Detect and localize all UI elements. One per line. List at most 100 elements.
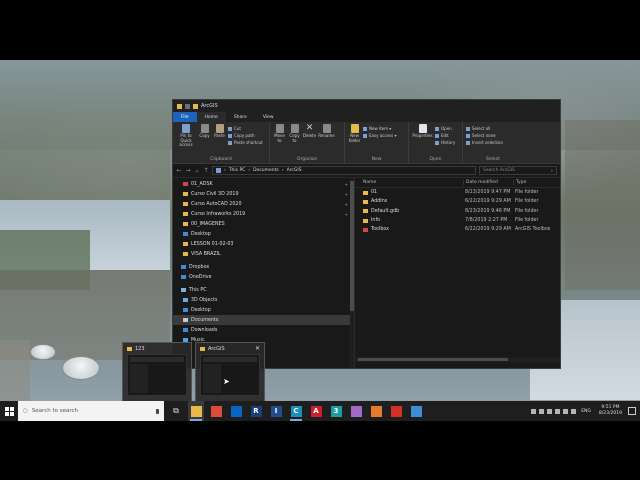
speaker-icon[interactable]: [571, 408, 577, 414]
nav-item-3d-objects[interactable]: 3D Objects: [173, 295, 354, 305]
task-view-button[interactable]: ⧉: [168, 401, 184, 421]
nav-item-01-adsk[interactable]: 01_ADSK ✦: [173, 179, 354, 189]
close-icon[interactable]: ✕: [255, 345, 260, 352]
table-row[interactable]: Info 7/8/2019 2:27 PM File folder: [355, 216, 560, 225]
select-group-label: Select: [486, 157, 500, 162]
invert-selection-button[interactable]: Invert selection: [466, 140, 503, 145]
nav-item-imagenes[interactable]: 00_IMAGENES: [173, 219, 354, 229]
back-arrow-icon[interactable]: ←: [176, 167, 182, 174]
crumb-arcgis[interactable]: ArcGIS: [287, 168, 302, 173]
people-icon[interactable]: [531, 408, 537, 414]
select-all-button[interactable]: Select all: [466, 126, 503, 131]
microphone-icon[interactable]: [156, 408, 159, 414]
nav-item-visa[interactable]: VISA BRAZIL: [173, 249, 354, 259]
taskbar-app-3dsmax[interactable]: 3: [328, 401, 344, 421]
column-date[interactable]: Date modified: [463, 180, 513, 185]
save-icon[interactable]: [185, 103, 190, 109]
folder-icon: [200, 346, 205, 351]
screen: ArcGIS File Home Share View Pin to Quick…: [0, 0, 640, 480]
nav-item-downloads[interactable]: Downloads: [173, 325, 354, 335]
taskbar-app-revit[interactable]: R: [248, 401, 264, 421]
nav-item-dropbox[interactable]: Dropbox: [173, 262, 354, 272]
start-button[interactable]: [0, 401, 18, 421]
up-arrow-icon[interactable]: ↑: [203, 167, 209, 174]
explorer-body: 01_ADSK ✦ Curso Civil 3D 2019 ✦ Curso Auto…: [173, 178, 560, 368]
tab-view[interactable]: View: [255, 112, 282, 122]
column-type[interactable]: Type: [513, 180, 553, 185]
taskbar-app-recorder[interactable]: [388, 401, 404, 421]
taskbar-search-input[interactable]: Search to search: [32, 408, 78, 414]
paste-shortcut-button[interactable]: Paste shortcut: [228, 140, 263, 145]
column-name[interactable]: Name: [355, 180, 463, 185]
copy-path-button[interactable]: Copy path: [228, 133, 263, 138]
search-input[interactable]: Search ArcGIS: [483, 168, 515, 173]
select-none-button[interactable]: Select none: [466, 133, 503, 138]
taskbar-app-civil3d[interactable]: C: [288, 401, 304, 421]
clock[interactable]: 9:51 PM 8/23/2019: [599, 405, 622, 417]
nav-item-lesson[interactable]: LESSON 01-02-03: [173, 239, 354, 249]
chevron-up-icon[interactable]: [539, 408, 545, 414]
tab-home[interactable]: Home: [196, 112, 226, 122]
notifications-icon[interactable]: [628, 407, 636, 415]
nav-item-infraworks[interactable]: Curso Infraworks 2019 ✦: [173, 209, 354, 219]
history-button[interactable]: History: [435, 140, 455, 145]
nav-item-this-pc[interactable]: This PC: [173, 285, 354, 295]
taskbar-app-paint[interactable]: [368, 401, 384, 421]
column-headers: Name Date modified Type: [355, 178, 560, 188]
taskbar-app-explorer[interactable]: [188, 401, 204, 421]
h-scroll-thumb[interactable]: [358, 358, 508, 361]
taskbar-app-infraworks[interactable]: I: [268, 401, 284, 421]
network-icon[interactable]: [563, 408, 569, 414]
easy-access-button[interactable]: Easy access ▾: [363, 133, 396, 138]
nav-item-desktop[interactable]: Desktop: [173, 229, 354, 239]
crumb-documents[interactable]: Documents: [253, 168, 279, 173]
taskbar-app-outlook[interactable]: [228, 401, 244, 421]
nav-scrollbar[interactable]: [350, 178, 354, 368]
edit-button[interactable]: Edit: [435, 133, 455, 138]
file-date: 6/22/2019 9:29 AM: [465, 199, 511, 205]
forward-arrow-icon[interactable]: →: [185, 167, 191, 174]
address-bar[interactable]: › This PC › Documents › ArcGIS: [212, 166, 476, 175]
cut-button[interactable]: Cut: [228, 126, 263, 131]
nav-item-desktop-2[interactable]: Desktop: [173, 305, 354, 315]
nav-item-documents[interactable]: Documents: [173, 315, 354, 325]
nav-scroll-thumb[interactable]: [350, 181, 354, 311]
easy-access-label: Easy access ▾: [369, 133, 397, 138]
tab-file[interactable]: File: [173, 112, 197, 122]
dropbox-tray-icon[interactable]: [547, 408, 553, 414]
horizontal-scrollbar[interactable]: [355, 357, 560, 362]
tab-share[interactable]: Share: [226, 112, 255, 122]
table-row[interactable]: AddIns 6/22/2019 9:29 AM File folder: [355, 197, 560, 206]
folder-icon: [363, 209, 368, 214]
taskbar-app-chrome[interactable]: [208, 401, 224, 421]
search-icon: ○: [23, 408, 28, 414]
search-box[interactable]: Search ArcGIS ⌕: [479, 166, 557, 175]
nav-item-onedrive[interactable]: OneDrive: [173, 272, 354, 282]
file-name: Toolbox: [371, 227, 389, 233]
new-item-button[interactable]: New item ▾: [363, 126, 396, 131]
thumbnail-title: ArcGIS: [208, 345, 225, 352]
folder-icon[interactable]: [193, 103, 198, 109]
new-group-label: New: [371, 157, 382, 162]
outlook-icon: [230, 405, 242, 417]
nav-item-civil3d[interactable]: Curso Civil 3D 2019 ✦: [173, 189, 354, 199]
onedrive-tray-icon[interactable]: [555, 408, 561, 414]
taskbar-thumbnail-arcgis[interactable]: ArcGIS ✕ ➤: [195, 342, 265, 402]
taskbar-search-box[interactable]: ○ Search to search: [18, 401, 164, 421]
folder-icon: [183, 222, 188, 226]
table-row[interactable]: 01 8/23/2019 9:47 PM File folder: [355, 188, 560, 197]
paint-icon: [370, 405, 382, 417]
crumb-this-pc[interactable]: This PC: [229, 168, 245, 173]
taskbar-app-autocad[interactable]: A: [308, 401, 324, 421]
language-indicator[interactable]: ENG: [581, 409, 591, 414]
taskbar-thumbnail-123[interactable]: 123: [122, 342, 192, 402]
open-button[interactable]: Open: [435, 126, 455, 131]
table-row[interactable]: Toolbox 6/22/2019 9:29 AM ArcGIS Toolbox: [355, 225, 560, 234]
table-row[interactable]: Default.gdb 8/23/2019 9:46 PM File folder: [355, 207, 560, 216]
search-icon: ⌕: [550, 168, 553, 174]
taskbar-app-arcgis[interactable]: [408, 401, 424, 421]
recent-chevron-icon[interactable]: ⌄: [194, 167, 200, 174]
file-type: File folder: [515, 190, 539, 196]
taskbar-app-app[interactable]: [348, 401, 364, 421]
nav-item-autocad[interactable]: Curso AutoCAD 2020 ✦: [173, 199, 354, 209]
